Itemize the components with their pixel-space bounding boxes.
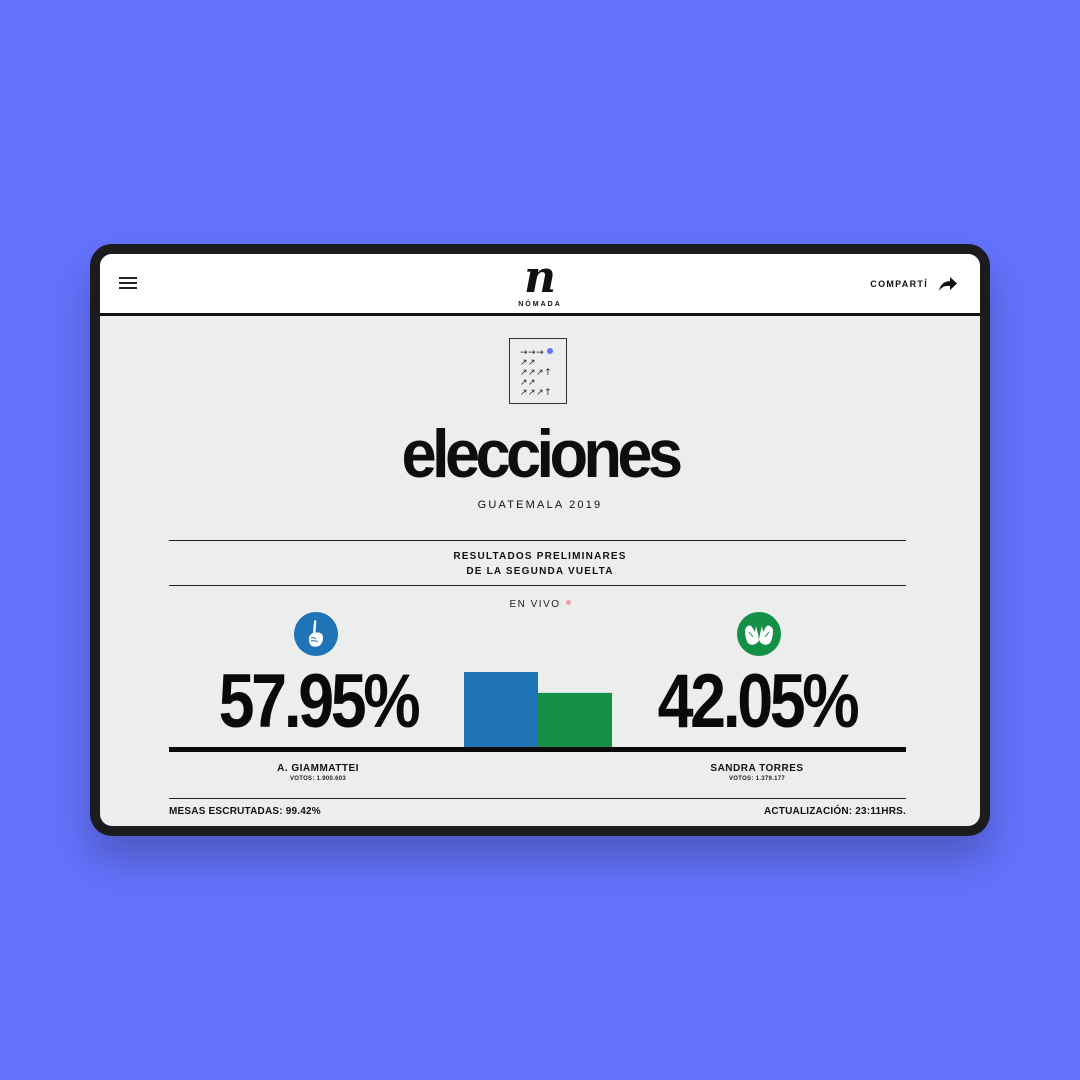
candidate-2-bar	[538, 692, 612, 748]
results-heading-line1: RESULTADOS PRELIMINARES	[453, 551, 627, 562]
page-title: elecciones	[401, 416, 684, 492]
candidate-2-name: SANDRA TORRES	[710, 763, 804, 774]
elections-emblem-icon: →→→ ↗↗ ↗↗↗↑ ↗↗ ↗↗↗↑	[509, 338, 567, 404]
top-navigation-bar: n NÓMADA COMPARTÍ	[100, 254, 980, 316]
results-heading-line2: DE LA SEGUNDA VUELTA	[466, 566, 614, 577]
open-hands-icon	[737, 612, 781, 656]
nomada-logo[interactable]: n NÓMADA	[500, 256, 580, 312]
divider-middle	[169, 585, 906, 586]
candidate-1-bar	[464, 672, 538, 748]
logo-mark: n	[524, 254, 556, 303]
candidate-1-votes: VOTOS: 1.900.603	[289, 776, 347, 782]
hamburger-menu-icon[interactable]	[119, 277, 137, 291]
candidate-2-votes: VOTOS: 1.379.177	[728, 776, 786, 782]
page-subtitle: GUATEMALA 2019	[477, 499, 603, 511]
results-heading: RESULTADOS PRELIMINARES DE LA SEGUNDA VU…	[100, 549, 980, 579]
tables-counted: MESAS ESCRUTADAS: 99.42%	[169, 806, 321, 817]
tablet-frame: n NÓMADA COMPARTÍ →→→ ↗↗ ↗↗↗↑ ↗↗ ↗↗↗↑ el…	[90, 244, 990, 836]
live-indicator: EN VIVO	[100, 599, 980, 610]
raised-finger-icon	[294, 612, 338, 656]
logo-text: NÓMADA	[518, 301, 562, 308]
results-baseline	[169, 747, 906, 752]
divider-bottom	[169, 798, 906, 799]
live-label: EN VIVO	[509, 599, 561, 610]
live-dot-icon	[565, 600, 571, 605]
update-time: ACTUALIZACIÓN: 23:11HRS.	[763, 806, 906, 817]
share-arrow-icon	[939, 277, 957, 291]
screen: n NÓMADA COMPARTÍ →→→ ↗↗ ↗↗↗↑ ↗↗ ↗↗↗↑ el…	[100, 254, 980, 826]
share-button[interactable]: COMPARTÍ	[870, 274, 958, 294]
candidate-1-percent: 57.95%	[218, 659, 421, 744]
candidate-2-percent: 42.05%	[657, 659, 860, 744]
results-bar-chart	[464, 672, 612, 748]
candidate-1-name: A. GIAMMATTEI	[277, 763, 359, 774]
divider-top	[169, 540, 906, 541]
share-label: COMPARTÍ	[870, 279, 928, 289]
